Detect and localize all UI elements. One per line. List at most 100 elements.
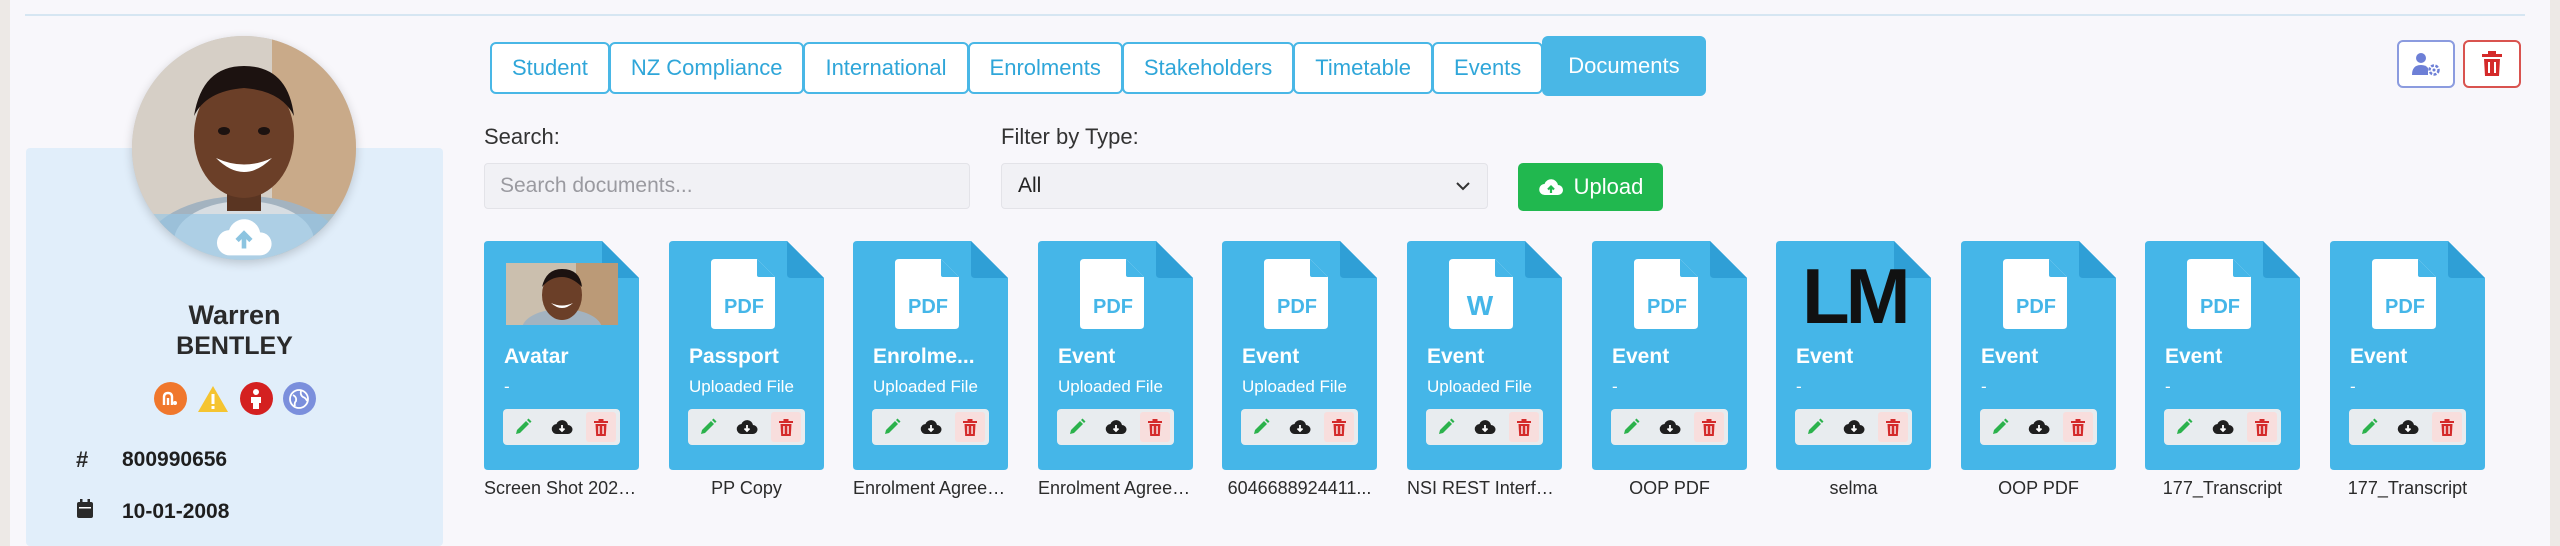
edit-document-button[interactable] xyxy=(1246,412,1276,442)
student-avatar[interactable] xyxy=(132,36,356,260)
download-document-button[interactable] xyxy=(916,412,946,442)
document-file-card[interactable]: PDF Event Uploaded File xyxy=(1038,241,1193,470)
document-type: Event xyxy=(1612,345,1670,368)
document-card[interactable]: PDF Event - OOP PDF xyxy=(1592,241,1747,499)
document-file-card[interactable]: PDF Passport Uploaded File xyxy=(669,241,824,470)
delete-student-button[interactable] xyxy=(2463,40,2521,88)
cloud-download-icon xyxy=(1843,420,1864,435)
lms-logo-thumbnail: LMS xyxy=(1802,257,1907,335)
delete-document-button[interactable] xyxy=(1139,412,1170,442)
document-card[interactable]: PDF Event - 177_Transcript xyxy=(2145,241,2300,499)
document-card[interactable]: W Event Uploaded File NSI REST Interface xyxy=(1407,241,1562,499)
document-file-card[interactable]: PDF Enrolme... Uploaded File xyxy=(853,241,1008,470)
delete-document-button[interactable] xyxy=(1877,412,1908,442)
student-id-number: 800990656 xyxy=(122,448,228,471)
download-document-button[interactable] xyxy=(1285,412,1315,442)
student-last-name: BENTLEY xyxy=(176,332,293,360)
download-document-button[interactable] xyxy=(2208,412,2238,442)
warning-badge[interactable] xyxy=(197,382,230,415)
edit-document-button[interactable] xyxy=(1985,412,2015,442)
upload-button[interactable]: Upload xyxy=(1518,163,1663,211)
tab-timetable[interactable]: Timetable xyxy=(1293,42,1434,94)
document-type: Enrolme... xyxy=(873,345,975,368)
cloud-download-icon xyxy=(2397,420,2418,435)
edit-document-button[interactable] xyxy=(508,412,538,442)
document-actions xyxy=(1980,409,2097,445)
delete-document-button[interactable] xyxy=(2062,412,2093,442)
document-card[interactable]: PDF Event Uploaded File Enrolment Agreement xyxy=(1038,241,1193,499)
edit-document-button[interactable] xyxy=(1616,412,1646,442)
delete-document-button[interactable] xyxy=(954,412,985,442)
cloud-upload-icon xyxy=(216,219,272,256)
status-flag-badge[interactable] xyxy=(153,382,187,415)
document-filename: NSI REST Interface xyxy=(1407,478,1562,498)
download-document-button[interactable] xyxy=(1101,412,1131,442)
trash-icon xyxy=(593,418,608,436)
edit-document-button[interactable] xyxy=(2169,412,2199,442)
download-document-button[interactable] xyxy=(1655,412,1685,442)
document-card[interactable]: PDF Enrolme... Uploaded File Enrolment Agre… xyxy=(853,241,1008,499)
document-actions xyxy=(1795,409,1912,445)
delete-document-button[interactable] xyxy=(1508,412,1539,442)
document-card[interactable]: LMS Event - selma xyxy=(1776,241,1931,499)
document-card[interactable]: PDF Event - OOP PDF xyxy=(1961,241,2116,499)
document-subtitle: Uploaded File xyxy=(1058,377,1163,396)
document-file-card[interactable]: PDF Event - xyxy=(2330,241,2485,470)
delete-document-button[interactable] xyxy=(1693,412,1724,442)
edit-document-button[interactable] xyxy=(877,412,907,442)
document-card[interactable]: PDF Event - 177_Transcript xyxy=(2330,241,2485,499)
document-file-card[interactable]: Avatar - xyxy=(484,241,639,470)
edit-document-button[interactable] xyxy=(2354,412,2384,442)
download-document-button[interactable] xyxy=(1470,412,1500,442)
tab-stakeholders[interactable]: Stakeholders xyxy=(1121,42,1295,94)
download-document-button[interactable] xyxy=(2393,412,2423,442)
delete-document-button[interactable] xyxy=(770,412,801,442)
delete-document-button[interactable] xyxy=(1323,412,1354,442)
document-type: Passport xyxy=(689,345,779,368)
edit-document-button[interactable] xyxy=(1431,412,1461,442)
document-file-card[interactable]: LMS Event - xyxy=(1776,241,1931,470)
document-file-card[interactable]: W Event Uploaded File xyxy=(1407,241,1562,470)
profile-tabs: Student NZ Compliance International Enro… xyxy=(490,36,1706,96)
trash-icon xyxy=(962,418,977,436)
document-card[interactable]: PDF Event Uploaded File 6046688924411... xyxy=(1222,241,1377,499)
tab-nz-compliance[interactable]: NZ Compliance xyxy=(608,42,805,94)
document-card[interactable]: PDF Passport Uploaded File PP Copy xyxy=(669,241,824,499)
document-file-card[interactable]: PDF Event - xyxy=(1961,241,2116,470)
delete-document-button[interactable] xyxy=(2246,412,2277,442)
tab-international[interactable]: International xyxy=(803,42,969,94)
download-document-button[interactable] xyxy=(732,412,762,442)
student-dob-row: 10-01-2008 xyxy=(76,499,229,525)
avatar-upload-overlay[interactable] xyxy=(132,214,356,260)
user-settings-button[interactable] xyxy=(2397,40,2455,88)
hash-icon: # xyxy=(76,447,89,472)
document-card[interactable]: Avatar - Screen Shot 2023-... xyxy=(484,241,639,499)
document-file-card[interactable]: PDF Event - xyxy=(2145,241,2300,470)
document-subtitle: Uploaded File xyxy=(873,377,978,396)
trash-icon xyxy=(1701,418,1716,436)
delete-document-button[interactable] xyxy=(2431,412,2462,442)
word-icon: W xyxy=(1449,259,1513,329)
top-divider xyxy=(25,14,2525,16)
document-file-card[interactable]: PDF Event - xyxy=(1592,241,1747,470)
edit-document-button[interactable] xyxy=(1062,412,1092,442)
globe-badge[interactable] xyxy=(282,382,316,415)
delete-document-button[interactable] xyxy=(585,412,616,442)
document-file-card[interactable]: PDF Event Uploaded File xyxy=(1222,241,1377,470)
svg-text:W: W xyxy=(1467,290,1494,321)
search-documents-input[interactable] xyxy=(484,163,970,209)
person-badge[interactable] xyxy=(239,382,273,415)
user-gear-icon xyxy=(2412,53,2440,76)
document-actions xyxy=(2164,409,2281,445)
trash-icon xyxy=(1147,418,1162,436)
tab-documents[interactable]: Documents xyxy=(1542,36,1706,96)
edit-document-button[interactable] xyxy=(1800,412,1830,442)
tab-student[interactable]: Student xyxy=(490,42,610,94)
filter-type-select[interactable]: All xyxy=(1001,163,1488,209)
tab-events[interactable]: Events xyxy=(1432,42,1544,94)
edit-document-button[interactable] xyxy=(693,412,723,442)
download-document-button[interactable] xyxy=(2024,412,2054,442)
download-document-button[interactable] xyxy=(1839,412,1869,442)
tab-enrolments[interactable]: Enrolments xyxy=(967,42,1123,94)
download-document-button[interactable] xyxy=(547,412,577,442)
